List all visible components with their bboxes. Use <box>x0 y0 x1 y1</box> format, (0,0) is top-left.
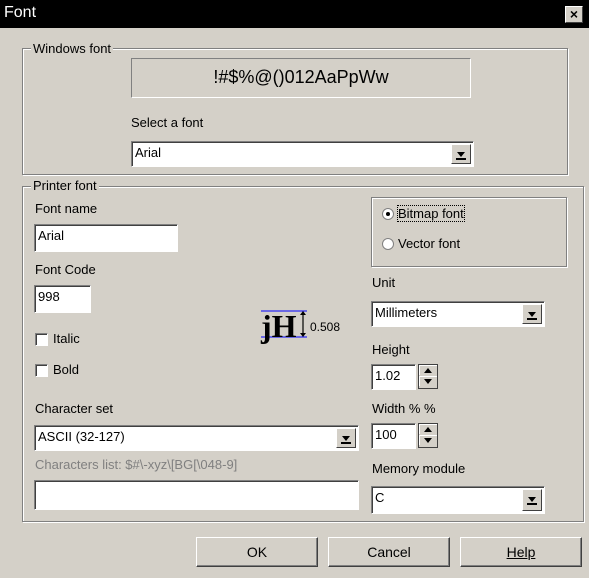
vector-font-label: Vector font <box>398 236 461 251</box>
width-input[interactable]: 100 <box>371 423 416 449</box>
spin-down-icon[interactable] <box>419 435 437 445</box>
vector-font-radio[interactable] <box>382 238 394 250</box>
memory-module-value: C <box>375 490 385 505</box>
width-label: Width % % <box>372 401 436 416</box>
unit-select-value: Millimeters <box>375 305 438 320</box>
memory-module-label: Memory module <box>372 461 466 476</box>
spin-up-icon[interactable] <box>419 424 437 434</box>
unit-label: Unit <box>372 275 396 290</box>
bold-checkbox[interactable] <box>35 364 48 377</box>
close-icon: × <box>569 6 579 22</box>
window-title: Font <box>4 4 37 21</box>
font-preview-box: !#$%@()012AaPpWw <box>131 58 471 98</box>
characters-list-input[interactable] <box>34 480 359 510</box>
bitmap-font-radio[interactable] <box>382 208 394 220</box>
font-code-input[interactable]: 998 <box>34 285 91 313</box>
font-code-label: Font Code <box>35 262 96 277</box>
height-input[interactable]: 1.02 <box>371 364 416 390</box>
ok-button-label: OK <box>246 544 268 560</box>
size-preview: jH <box>259 305 307 345</box>
spin-up-icon[interactable] <box>419 365 437 375</box>
cancel-button-label: Cancel <box>367 544 411 560</box>
help-button-label: Help <box>506 544 536 560</box>
ok-button[interactable]: OK <box>196 537 318 567</box>
spin-down-icon[interactable] <box>419 376 437 386</box>
font-preview-text: !#$%@()012AaPpWw <box>213 67 389 87</box>
font-name-input[interactable]: Arial <box>34 224 178 252</box>
title-bar: Font × <box>0 0 589 28</box>
chevron-down-icon[interactable] <box>451 144 471 164</box>
unit-select[interactable]: Millimeters <box>371 301 545 327</box>
memory-module-select[interactable]: C <box>371 486 545 514</box>
font-select[interactable]: Arial <box>131 141 474 167</box>
height-value: 1.02 <box>375 368 401 383</box>
preview-size-value: 0.508 <box>310 320 341 334</box>
printer-font-group-label: Printer font <box>31 178 99 193</box>
select-font-label: Select a font <box>131 115 204 130</box>
character-set-value: ASCII (32-127) <box>38 429 125 444</box>
height-spinner[interactable] <box>418 364 438 389</box>
character-set-select[interactable]: ASCII (32-127) <box>34 425 359 451</box>
character-set-label: Character set <box>35 401 114 416</box>
help-button[interactable]: Help <box>460 537 582 567</box>
height-label: Height <box>372 342 410 357</box>
characters-list-label: Characters list: $#\-xyz\[BG[\048-9] <box>35 457 238 472</box>
font-name-value: Arial <box>38 228 65 243</box>
chevron-down-icon[interactable] <box>522 489 542 511</box>
italic-label: Italic <box>53 331 80 346</box>
font-name-label: Font name <box>35 201 98 216</box>
font-select-value: Arial <box>135 145 162 160</box>
cancel-button[interactable]: Cancel <box>328 537 450 567</box>
bitmap-font-label: Bitmap font <box>397 205 465 222</box>
bold-label: Bold <box>53 362 80 377</box>
chevron-down-icon[interactable] <box>336 428 356 448</box>
chevron-down-icon[interactable] <box>522 304 542 324</box>
close-button[interactable]: × <box>565 6 583 23</box>
width-spinner[interactable] <box>418 423 438 448</box>
windows-font-group-label: Windows font <box>31 41 114 56</box>
size-preview-graphic: jH <box>260 308 307 344</box>
width-value: 100 <box>375 427 397 442</box>
preview-glyphs: jH <box>260 308 297 344</box>
italic-checkbox[interactable] <box>35 333 48 346</box>
font-code-value: 998 <box>38 289 60 304</box>
